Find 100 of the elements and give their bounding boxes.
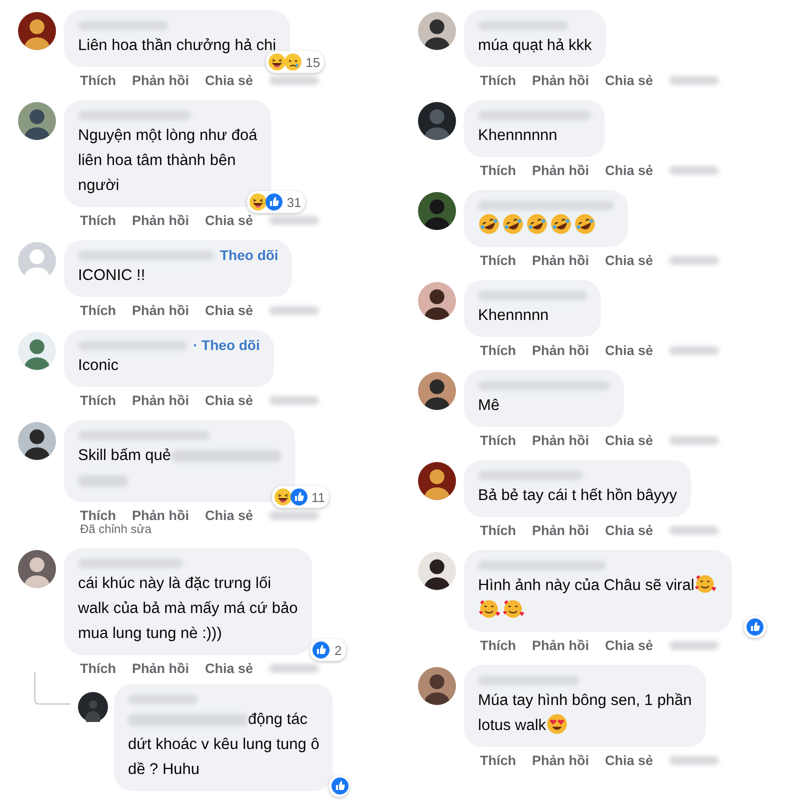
comment-text: dề ? Huhu — [128, 761, 200, 778]
comment-text: Khennnnnn — [478, 127, 558, 144]
share-link[interactable]: Chia sẻ — [605, 638, 654, 653]
reply-link[interactable]: Phản hồi — [132, 303, 189, 318]
comment-text: mua lung tung nè :))) — [78, 625, 222, 642]
reaction-badge[interactable]: 2 — [310, 639, 346, 661]
comment-text: liên hoa tâm thành bên — [78, 152, 236, 169]
reply-link[interactable]: Phản hồi — [532, 163, 589, 178]
like-link[interactable]: Thích — [480, 163, 516, 178]
reply-link[interactable]: Phản hồi — [132, 508, 189, 523]
reply-link[interactable]: Phản hồi — [132, 73, 189, 88]
comment-text: Múa tay hình bông sen, 1 phần — [478, 692, 692, 709]
blurred-time — [269, 216, 320, 225]
reaction-badge[interactable]: 11 — [272, 486, 330, 508]
laughing-emoji-icon — [550, 213, 572, 235]
comment-text: cái khúc này là đặc trưng lối — [78, 575, 272, 592]
laughing-emoji-icon — [248, 193, 267, 211]
share-link[interactable]: Chia sẻ — [205, 303, 254, 318]
share-link[interactable]: Chia sẻ — [605, 253, 654, 268]
reply-link[interactable]: Phản hồi — [532, 638, 589, 653]
blurred-time — [669, 756, 720, 765]
like-link[interactable]: Thích — [480, 253, 516, 268]
comment-text: dứt khoác v kêu lung tung ô — [128, 736, 320, 753]
reply-link[interactable]: Phản hồi — [532, 433, 589, 448]
follow-link[interactable]: Theo dõi — [220, 247, 278, 263]
laughing-emoji-icon — [574, 213, 596, 235]
share-link[interactable]: Chia sẻ — [205, 73, 254, 88]
comment-text: Mê — [478, 397, 500, 414]
like-link[interactable]: Thích — [480, 638, 516, 653]
like-link[interactable]: Thích — [480, 433, 516, 448]
like-link[interactable]: Thích — [480, 73, 516, 88]
comment-text: múa quạt hả kkk — [478, 37, 592, 54]
reaction-count: 15 — [306, 54, 320, 70]
share-link[interactable]: Chia sẻ — [605, 433, 654, 448]
reply-link[interactable]: Phản hồi — [532, 753, 589, 768]
share-link[interactable]: Chia sẻ — [205, 213, 254, 228]
share-link[interactable]: Chia sẻ — [205, 393, 254, 408]
reaction-badge[interactable]: 15 — [266, 51, 324, 73]
share-link[interactable]: Chia sẻ — [205, 508, 254, 523]
blurred-time — [669, 436, 720, 445]
comment-text: ICONIC !! — [78, 267, 146, 284]
share-link[interactable]: Chia sẻ — [605, 753, 654, 768]
reply-link[interactable]: Phản hồi — [532, 253, 589, 268]
share-link[interactable]: Chia sẻ — [605, 163, 654, 178]
blurred-time — [269, 396, 320, 405]
blurred-time — [669, 346, 720, 355]
like-link[interactable]: Thích — [480, 523, 516, 538]
like-icon — [290, 488, 308, 506]
reaction-count: 31 — [286, 194, 302, 210]
edited-label: Đã chỉnh sửa — [79, 522, 152, 536]
reply-link[interactable]: Phản hồi — [532, 73, 589, 88]
comment-text: người — [78, 177, 120, 194]
comment-text: Iconic — [78, 357, 118, 374]
share-link[interactable]: Chia sẻ — [205, 661, 254, 676]
reaction-count: 11 — [312, 490, 326, 504]
reaction-badge[interactable] — [329, 775, 350, 797]
like-icon — [746, 618, 764, 636]
sad-emoji-icon — [284, 53, 302, 71]
laughing-emoji-icon — [526, 213, 548, 235]
reply-link[interactable]: Phản hồi — [532, 523, 589, 538]
smiling-hearts-emoji-icon — [478, 598, 500, 620]
follow-link[interactable]: · Theo dõi — [193, 337, 260, 353]
reply-link[interactable]: Phản hồi — [132, 661, 189, 676]
like-link[interactable]: Thích — [80, 508, 116, 523]
reaction-count: 2 — [334, 642, 342, 658]
laughing-emoji-icon — [478, 213, 500, 235]
blurred-time — [269, 664, 320, 673]
reply-link[interactable]: Phản hồi — [132, 213, 189, 228]
like-link[interactable]: Thích — [80, 393, 116, 408]
comment-text: lotus walk — [478, 717, 546, 734]
share-link[interactable]: Chia sẻ — [605, 73, 654, 88]
laughing-emoji-icon — [274, 488, 292, 506]
blurred-time — [669, 166, 720, 175]
blurred-time — [669, 641, 720, 650]
like-icon — [264, 193, 283, 211]
blurred-time — [669, 76, 720, 85]
like-link[interactable]: Thích — [80, 73, 116, 88]
like-link[interactable]: Thích — [80, 303, 116, 318]
like-link[interactable]: Thích — [480, 753, 516, 768]
reaction-badge[interactable] — [744, 616, 766, 638]
blurred-time — [269, 511, 320, 520]
like-link[interactable]: Thích — [80, 661, 116, 676]
comment-text: Skill bấm quẻ — [78, 447, 172, 464]
blurred-time — [269, 306, 320, 315]
comment-text: Liên hoa thần chưởng hả chị — [78, 37, 276, 54]
reply-link[interactable]: Phản hồi — [132, 393, 189, 408]
like-link[interactable]: Thích — [480, 343, 516, 358]
reply-link[interactable]: Phản hồi — [532, 343, 589, 358]
laughing-emoji-icon — [268, 53, 286, 71]
smiling-hearts-emoji-icon — [502, 598, 524, 620]
reaction-badge[interactable]: 31 — [246, 191, 306, 213]
blurred-time — [669, 256, 720, 265]
like-link[interactable]: Thích — [80, 213, 116, 228]
comment-text: Khennnnn — [478, 307, 549, 324]
like-icon — [331, 777, 350, 795]
heart-eyes-emoji-icon — [546, 713, 568, 735]
blurred-time — [669, 526, 720, 535]
share-link[interactable]: Chia sẻ — [605, 343, 654, 358]
share-link[interactable]: Chia sẻ — [605, 523, 654, 538]
like-icon — [312, 641, 330, 659]
